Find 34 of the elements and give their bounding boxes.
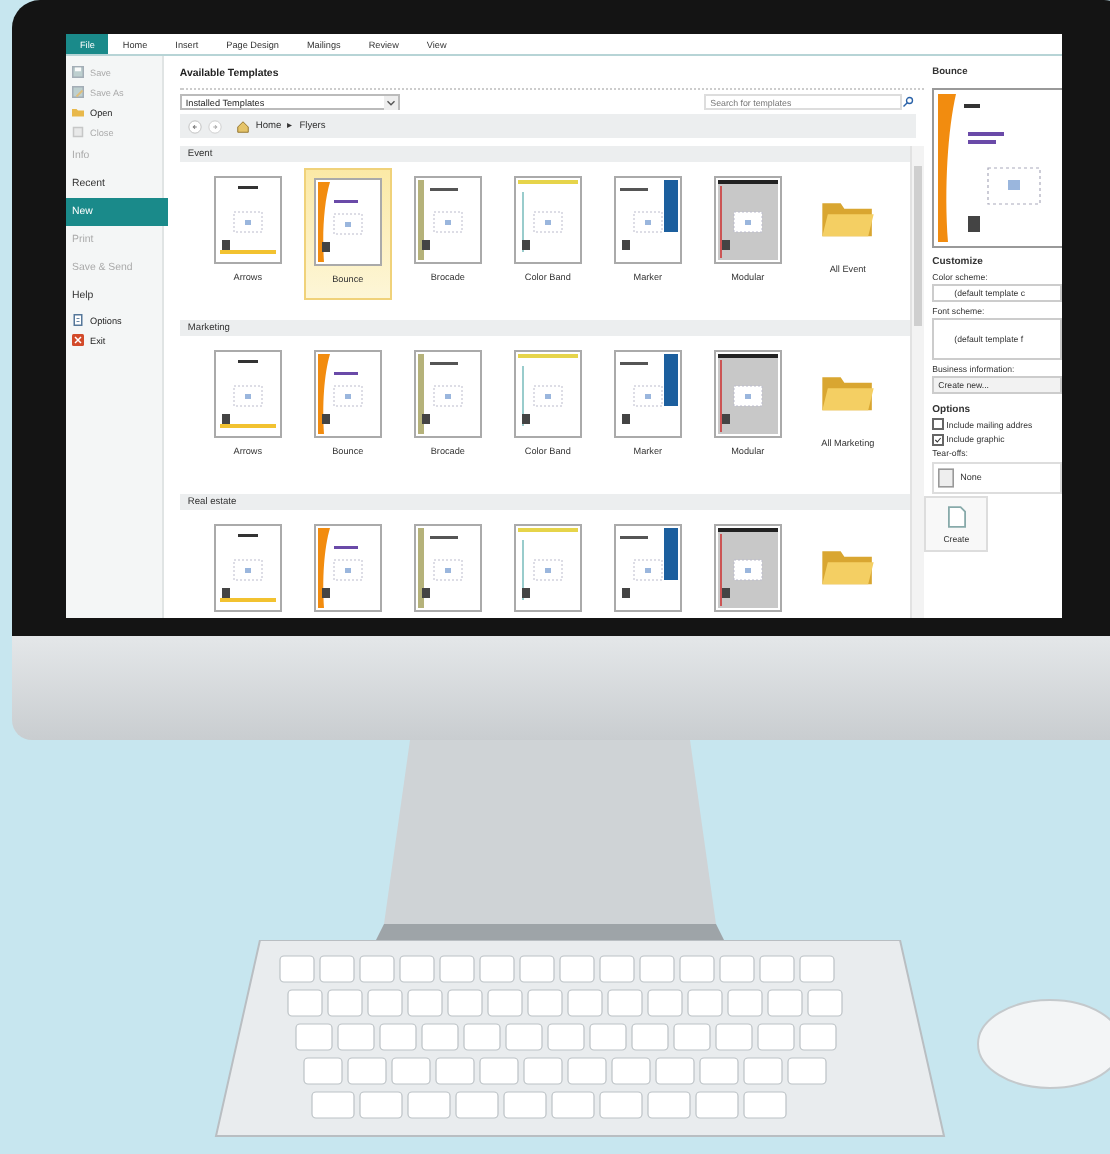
back-icon[interactable] [187, 119, 202, 133]
template-thumbnail [613, 350, 682, 438]
document-icon [72, 126, 84, 138]
page-icon [938, 467, 955, 487]
document-icon [72, 314, 84, 326]
template-thumbnail [313, 178, 382, 266]
template-thumbnail [513, 350, 582, 438]
scrollbar[interactable] [910, 146, 925, 618]
checkbox[interactable] [932, 433, 945, 445]
folder-icon [72, 106, 84, 118]
forward-icon[interactable] [207, 119, 222, 133]
template-thumbnail [413, 524, 482, 612]
save-as-icon [72, 86, 84, 98]
template-thumbnail [613, 524, 682, 612]
save-icon [72, 66, 84, 78]
template-thumbnail [713, 524, 782, 612]
checkbox[interactable] [932, 418, 945, 430]
document-icon [947, 505, 966, 527]
template-thumbnail [513, 176, 582, 264]
template-thumbnail [413, 176, 482, 264]
template-thumbnail [713, 176, 782, 264]
template-thumbnail [413, 350, 482, 438]
search-icon [902, 96, 915, 108]
template-thumbnail [313, 524, 382, 612]
template-thumbnail [513, 524, 582, 612]
home-icon [235, 119, 250, 133]
dropdown-arrow-icon [383, 95, 398, 109]
template-thumbnail [213, 176, 282, 264]
template-thumbnail [613, 176, 682, 264]
template-thumbnail [313, 350, 382, 438]
template-thumbnail [213, 524, 282, 612]
template-thumbnail [213, 350, 282, 438]
close-icon [72, 334, 84, 346]
template-thumbnail [713, 350, 782, 438]
